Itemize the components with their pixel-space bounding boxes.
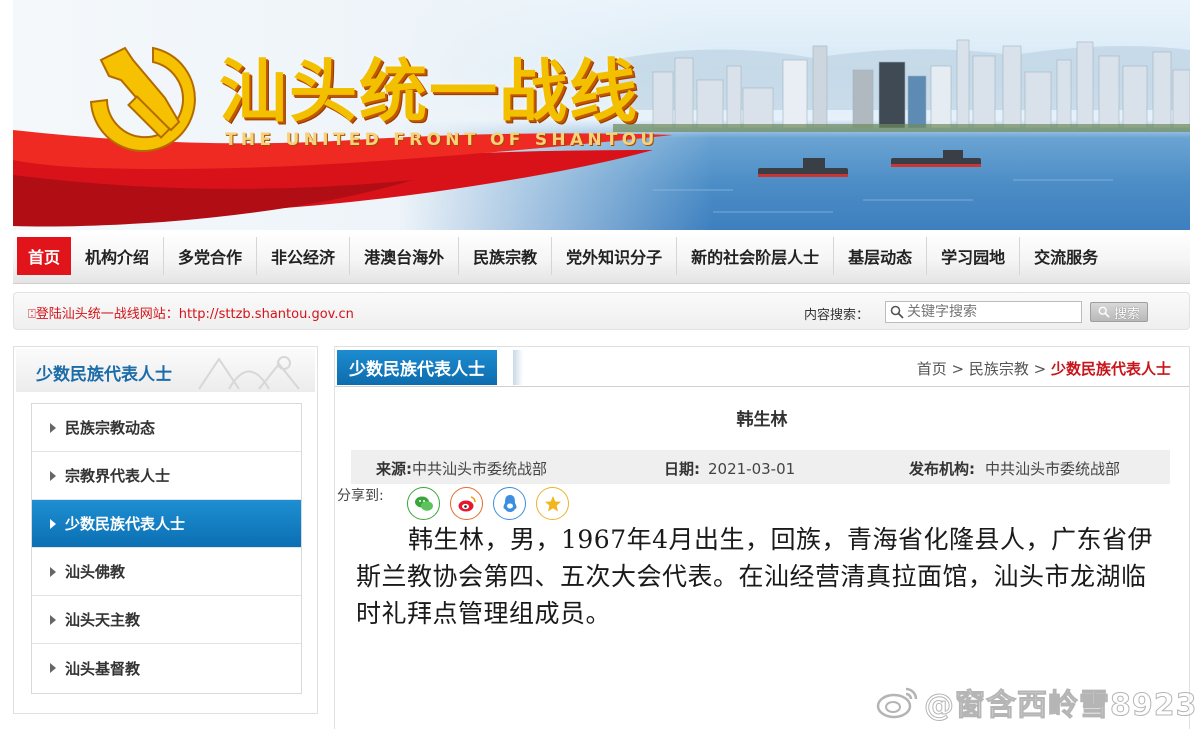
- nav-hk-macao-taiwan-overseas[interactable]: 港澳台海外: [350, 237, 460, 275]
- main-content: 少数民族代表人士 首页 > 民族宗教 > 少数民族代表人士 韩生林 来源:中共汕…: [334, 346, 1190, 729]
- breadcrumb-separator: >: [1028, 360, 1051, 378]
- nav-grassroots[interactable]: 基层动态: [834, 237, 928, 275]
- breadcrumb-separator: >: [946, 360, 969, 378]
- arrow-right-icon: [50, 566, 56, 577]
- meta-date: 日期: 2021-03-01: [664, 458, 795, 479]
- search-button-label: 搜索: [1113, 306, 1140, 322]
- arrow-right-icon: [50, 518, 56, 529]
- sidebar-item-label: 宗教界代表人士: [65, 467, 171, 485]
- nav-multiparty[interactable]: 多党合作: [164, 237, 258, 275]
- sidebar-item-label: 民族宗教动态: [65, 419, 156, 437]
- article-body: 韩生林，男，1967年4月出生，回族，青海省化隆县人，广东省伊斯兰教协会第四、五…: [356, 525, 1154, 628]
- sidebar: 少数民族代表人士 民族宗教动态 宗教界代表人士 少数民族代表人士 汕头佛教 汕头…: [13, 346, 318, 714]
- weibo-watermark: @窗含西岭雪8923: [876, 680, 1198, 724]
- banner-subtitle: THE UNITED FRONT OF SHANTOU: [225, 130, 659, 150]
- sidebar-item-label: 汕头基督教: [65, 659, 141, 678]
- qzone-icon[interactable]: [536, 487, 569, 520]
- weibo-logo-icon: [876, 687, 918, 719]
- nav-new-social-class[interactable]: 新的社会阶层人士: [677, 237, 835, 275]
- sidebar-item-shantou-buddhism[interactable]: 汕头佛教: [32, 548, 301, 596]
- sidebar-item-label: 汕头天主教: [65, 611, 141, 629]
- meta-source: 来源:中共汕头市委统战部: [376, 458, 547, 479]
- meta-date-label: 日期:: [664, 460, 700, 478]
- sidebar-item-label: 少数民族代表人士: [65, 515, 186, 533]
- sidebar-item-shantou-christianity[interactable]: 汕头基督教: [32, 644, 301, 692]
- arrow-right-icon: [50, 614, 56, 625]
- banner-title: 汕头统一战线: [219, 53, 640, 132]
- sidebar-title: 少数民族代表人士: [36, 365, 172, 385]
- search-box[interactable]: [885, 301, 1082, 323]
- nav-services[interactable]: 交流服务: [1020, 237, 1112, 275]
- search-label: 内容搜索：: [804, 308, 870, 323]
- arrow-right-icon: [50, 663, 56, 673]
- meta-source-value: 中共汕头市委统战部: [412, 460, 548, 478]
- nav-home[interactable]: 首页: [17, 237, 72, 275]
- site-url-notice[interactable]: ⍠登陆汕头统一战线网站：http://sttzb.shantou.gov.cn: [28, 303, 354, 322]
- watermark-text: @窗含西岭雪8923: [924, 688, 1198, 724]
- main-header: 少数民族代表人士 首页 > 民族宗教 > 少数民族代表人士: [335, 347, 1189, 387]
- meta-publisher-label: 发布机构:: [909, 460, 975, 478]
- sidebar-item-religious-representatives[interactable]: 宗教界代表人士: [32, 452, 301, 500]
- share-label: 分享到:: [337, 488, 384, 504]
- meta-date-value: 2021-03-01: [708, 460, 796, 478]
- breadcrumb-home[interactable]: 首页: [917, 360, 947, 378]
- sidebar-item-shantou-catholicism[interactable]: 汕头天主教: [32, 596, 301, 644]
- search-button[interactable]: 搜索: [1090, 302, 1148, 322]
- meta-source-label: 来源:: [376, 460, 412, 478]
- meta-publisher: 发布机构: 中共汕头市委统战部: [909, 458, 1120, 479]
- article-meta-bar: 来源:中共汕头市委统战部 日期: 2021-03-01 发布机构: 中共汕头市委统战…: [351, 450, 1170, 484]
- weibo-icon[interactable]: [450, 487, 483, 520]
- site-banner: 汕头统一战线 THE UNITED FRONT OF SHANTOU: [13, 0, 1190, 230]
- search-icon: [890, 305, 904, 319]
- main-tab-shadow: [513, 350, 523, 385]
- breadcrumb-section[interactable]: 民族宗教: [969, 360, 1029, 378]
- qq-icon[interactable]: [493, 487, 526, 520]
- arrow-right-icon: [50, 422, 56, 433]
- sidebar-item-ethnic-religion-news[interactable]: 民族宗教动态: [32, 404, 301, 452]
- nav-non-party-intellectuals[interactable]: 党外知识分子: [552, 237, 678, 275]
- meta-publisher-value: 中共汕头市委统战部: [985, 460, 1121, 478]
- search-input[interactable]: [907, 304, 1077, 320]
- main-nav: 首页 机构介绍 多党合作 非公经济 港澳台海外 民族宗教 党外知识分子 新的社会…: [13, 232, 1190, 284]
- info-search-bar: ⍠登陆汕头统一战线网站：http://sttzb.shantou.gov.cn …: [13, 292, 1190, 330]
- sidebar-header-decoration: [198, 356, 300, 390]
- search-button-icon: [1098, 306, 1110, 318]
- share-icons: [407, 487, 569, 520]
- sidebar-list: 民族宗教动态 宗教界代表人士 少数民族代表人士 汕头佛教 汕头天主教 汕头基督教: [31, 403, 302, 694]
- main-section-tab: 少数民族代表人士: [337, 350, 497, 385]
- breadcrumb-current[interactable]: 少数民族代表人士: [1051, 360, 1171, 378]
- nav-ethnic-religion[interactable]: 民族宗教: [459, 237, 553, 275]
- sidebar-item-ethnic-minority-representatives[interactable]: 少数民族代表人士: [32, 500, 301, 548]
- breadcrumb: 首页 > 民族宗教 > 少数民族代表人士: [917, 358, 1171, 379]
- nav-nonpublic-economy[interactable]: 非公经济: [257, 237, 351, 275]
- wechat-icon[interactable]: [407, 487, 440, 520]
- nav-about[interactable]: 机构介绍: [71, 237, 165, 275]
- arrow-right-icon: [50, 470, 56, 481]
- sidebar-header: 少数民族代表人士: [16, 349, 315, 392]
- sidebar-item-label: 汕头佛教: [65, 563, 126, 581]
- article-title: 韩生林: [736, 410, 788, 430]
- nav-learning[interactable]: 学习园地: [927, 237, 1021, 275]
